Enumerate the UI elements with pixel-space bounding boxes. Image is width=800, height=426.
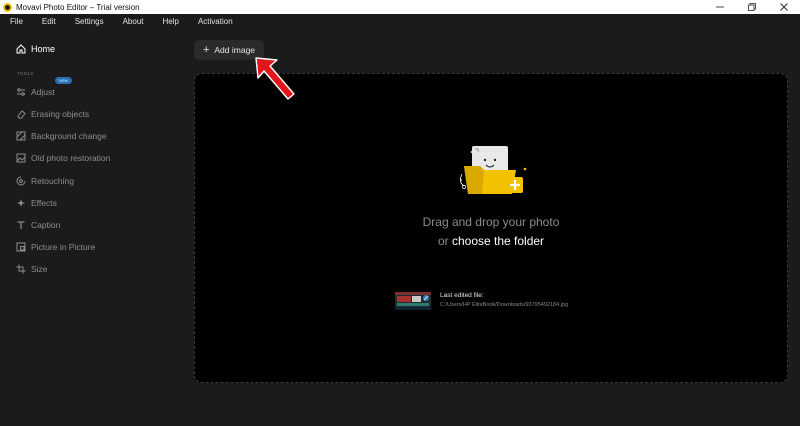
sidebar-item-erasing-objects[interactable]: Erasing objects (16, 109, 89, 119)
photo-restore-icon (16, 153, 26, 163)
menu-help[interactable]: Help (153, 17, 188, 26)
sliders-icon (16, 87, 26, 97)
plus-icon: + (202, 43, 210, 56)
new-badge: NEW (55, 77, 72, 84)
sidebar-item-size[interactable]: Size (16, 264, 48, 274)
sidebar-item-caption[interactable]: Caption (16, 220, 60, 230)
sidebar-item-old-photo-restoration[interactable]: Old photo restoration (16, 153, 110, 163)
eraser-icon (16, 109, 26, 119)
sidebar-item-adjust[interactable]: Adjust (16, 87, 55, 97)
drag-drop-text: Drag and drop your photo (422, 215, 560, 229)
title-bar: Movavi Photo Editor – Trial version (0, 0, 800, 14)
window-title: Movavi Photo Editor – Trial version (16, 2, 140, 12)
or-text: or (437, 234, 449, 248)
sidebar-item-picture-in-picture[interactable]: Picture in Picture (16, 242, 95, 252)
sidebar-item-label: Caption (31, 220, 61, 230)
menu-edit[interactable]: Edit (32, 17, 65, 26)
add-image-label: Add image (214, 45, 256, 55)
sparkle-icon (16, 198, 26, 208)
pip-icon (16, 242, 26, 252)
sidebar-item-label: Retouching (31, 176, 75, 186)
sidebar-item-retouching[interactable]: Retouching (16, 176, 74, 186)
sidebar: Home TOOLS NEW Adjust Erasing objects Ba… (0, 29, 185, 426)
sidebar-item-background-change[interactable]: Background change (16, 131, 107, 141)
background-icon (16, 131, 26, 141)
text-icon (16, 220, 26, 230)
sidebar-item-effects[interactable]: Effects (16, 198, 57, 208)
menu-bar: File Edit Settings About Help Activation (0, 14, 800, 29)
sidebar-item-label: Adjust (31, 87, 55, 97)
retouch-icon (16, 176, 26, 186)
folder-illustration-icon (460, 146, 527, 194)
sidebar-item-label: Picture in Picture (31, 242, 96, 252)
sidebar-item-label: Erasing objects (31, 109, 90, 119)
choose-folder-line: or choose the folder (194, 234, 788, 248)
close-icon[interactable] (768, 0, 800, 14)
last-edited-path[interactable]: C:/Users/HP EliteBook/Downloads/93795492… (440, 302, 568, 308)
sidebar-item-home[interactable]: Home (16, 44, 55, 54)
sidebar-item-label: Effects (31, 198, 57, 208)
last-edited-label: Last edited file: (440, 292, 484, 299)
menu-file[interactable]: File (0, 17, 32, 26)
restore-icon[interactable] (736, 0, 768, 14)
app-logo-icon (3, 2, 12, 12)
choose-folder-link[interactable]: choose the folder (452, 234, 544, 248)
menu-about[interactable]: About (113, 17, 153, 26)
menu-activation[interactable]: Activation (188, 17, 242, 26)
minimize-icon[interactable] (704, 0, 736, 14)
sidebar-item-label: Old photo restoration (31, 153, 111, 163)
tools-section-label: TOOLS (17, 71, 34, 76)
menu-settings[interactable]: Settings (65, 17, 113, 26)
crop-icon (16, 264, 26, 274)
sidebar-item-label: Background change (31, 131, 107, 141)
red-arrow-icon (255, 57, 295, 100)
last-edited-thumbnail[interactable] (395, 292, 431, 310)
home-icon (16, 44, 26, 54)
sidebar-item-label: Home (31, 44, 56, 54)
sidebar-item-label: Size (31, 264, 48, 274)
